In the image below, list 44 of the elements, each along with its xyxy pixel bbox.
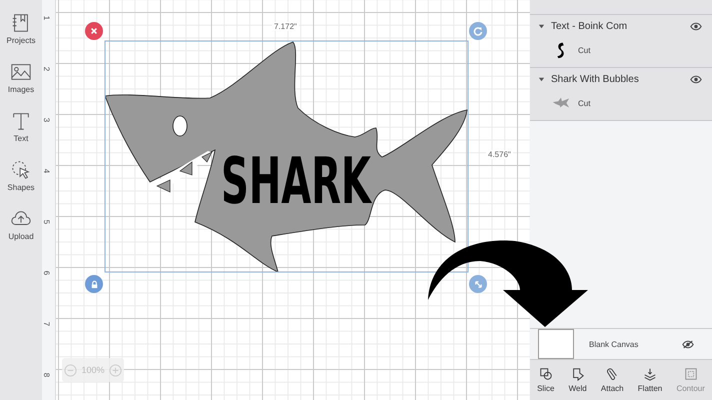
paperclip-icon	[605, 367, 620, 381]
contour-icon	[684, 367, 698, 381]
layers-icon	[643, 367, 658, 381]
rotate-handle[interactable]	[469, 22, 487, 40]
resize-handle[interactable]	[469, 275, 487, 293]
ruler-number: 6	[42, 270, 50, 276]
ruler-number: 1	[42, 16, 50, 20]
eye-icon[interactable]	[690, 74, 702, 84]
ruler-number: 4	[42, 168, 50, 174]
ruler-number: 3	[42, 118, 50, 122]
slice-icon	[538, 367, 553, 381]
toolbar-button[interactable]: Flatten	[634, 365, 666, 395]
close-handle[interactable]	[85, 22, 103, 40]
layer-operation: Cut	[578, 98, 590, 108]
layer-name: Shark With Bubbles	[551, 74, 640, 84]
height-label: 4.576"	[486, 150, 513, 159]
ruler-number: 7	[42, 322, 50, 326]
toolbar-button[interactable]: Weld	[566, 365, 590, 395]
sidebar-item[interactable]: Images	[8, 61, 34, 102]
image-icon	[10, 61, 32, 83]
shapes-icon	[10, 159, 32, 181]
layer-group[interactable]: Shark With Bubbles Cut	[530, 68, 712, 121]
layer-operation: Cut	[578, 46, 590, 54]
ruler-number: 5	[42, 220, 50, 224]
weld-icon	[570, 367, 585, 381]
ruler-number: 8	[42, 372, 50, 378]
blank-canvas-label: Blank Canvas	[589, 340, 640, 348]
eye-icon[interactable]	[690, 22, 702, 30]
layer-name: Text - Boink Com	[551, 20, 628, 32]
layer-group[interactable]: Text - Boink Com Cut	[530, 15, 712, 68]
sidebar-item[interactable]: Text	[10, 110, 32, 151]
eye-hidden-icon[interactable]	[682, 340, 694, 348]
canvas-swatch[interactable]	[538, 329, 574, 359]
sidebar-item[interactable]: Shapes	[7, 159, 35, 200]
width-label: 7.172"	[272, 22, 299, 31]
toolbar-button[interactable]: Slice	[534, 365, 558, 395]
caret-icon[interactable]	[538, 22, 545, 30]
sidebar-item[interactable]: Upload	[8, 208, 34, 249]
ruler-number: 2	[42, 66, 50, 72]
lock-handle[interactable]	[85, 275, 103, 293]
caret-icon[interactable]	[538, 76, 545, 82]
toolbar-button[interactable]: Attach	[598, 365, 627, 395]
sidebar-item[interactable]: Projects	[6, 12, 36, 53]
text-icon	[10, 110, 32, 132]
